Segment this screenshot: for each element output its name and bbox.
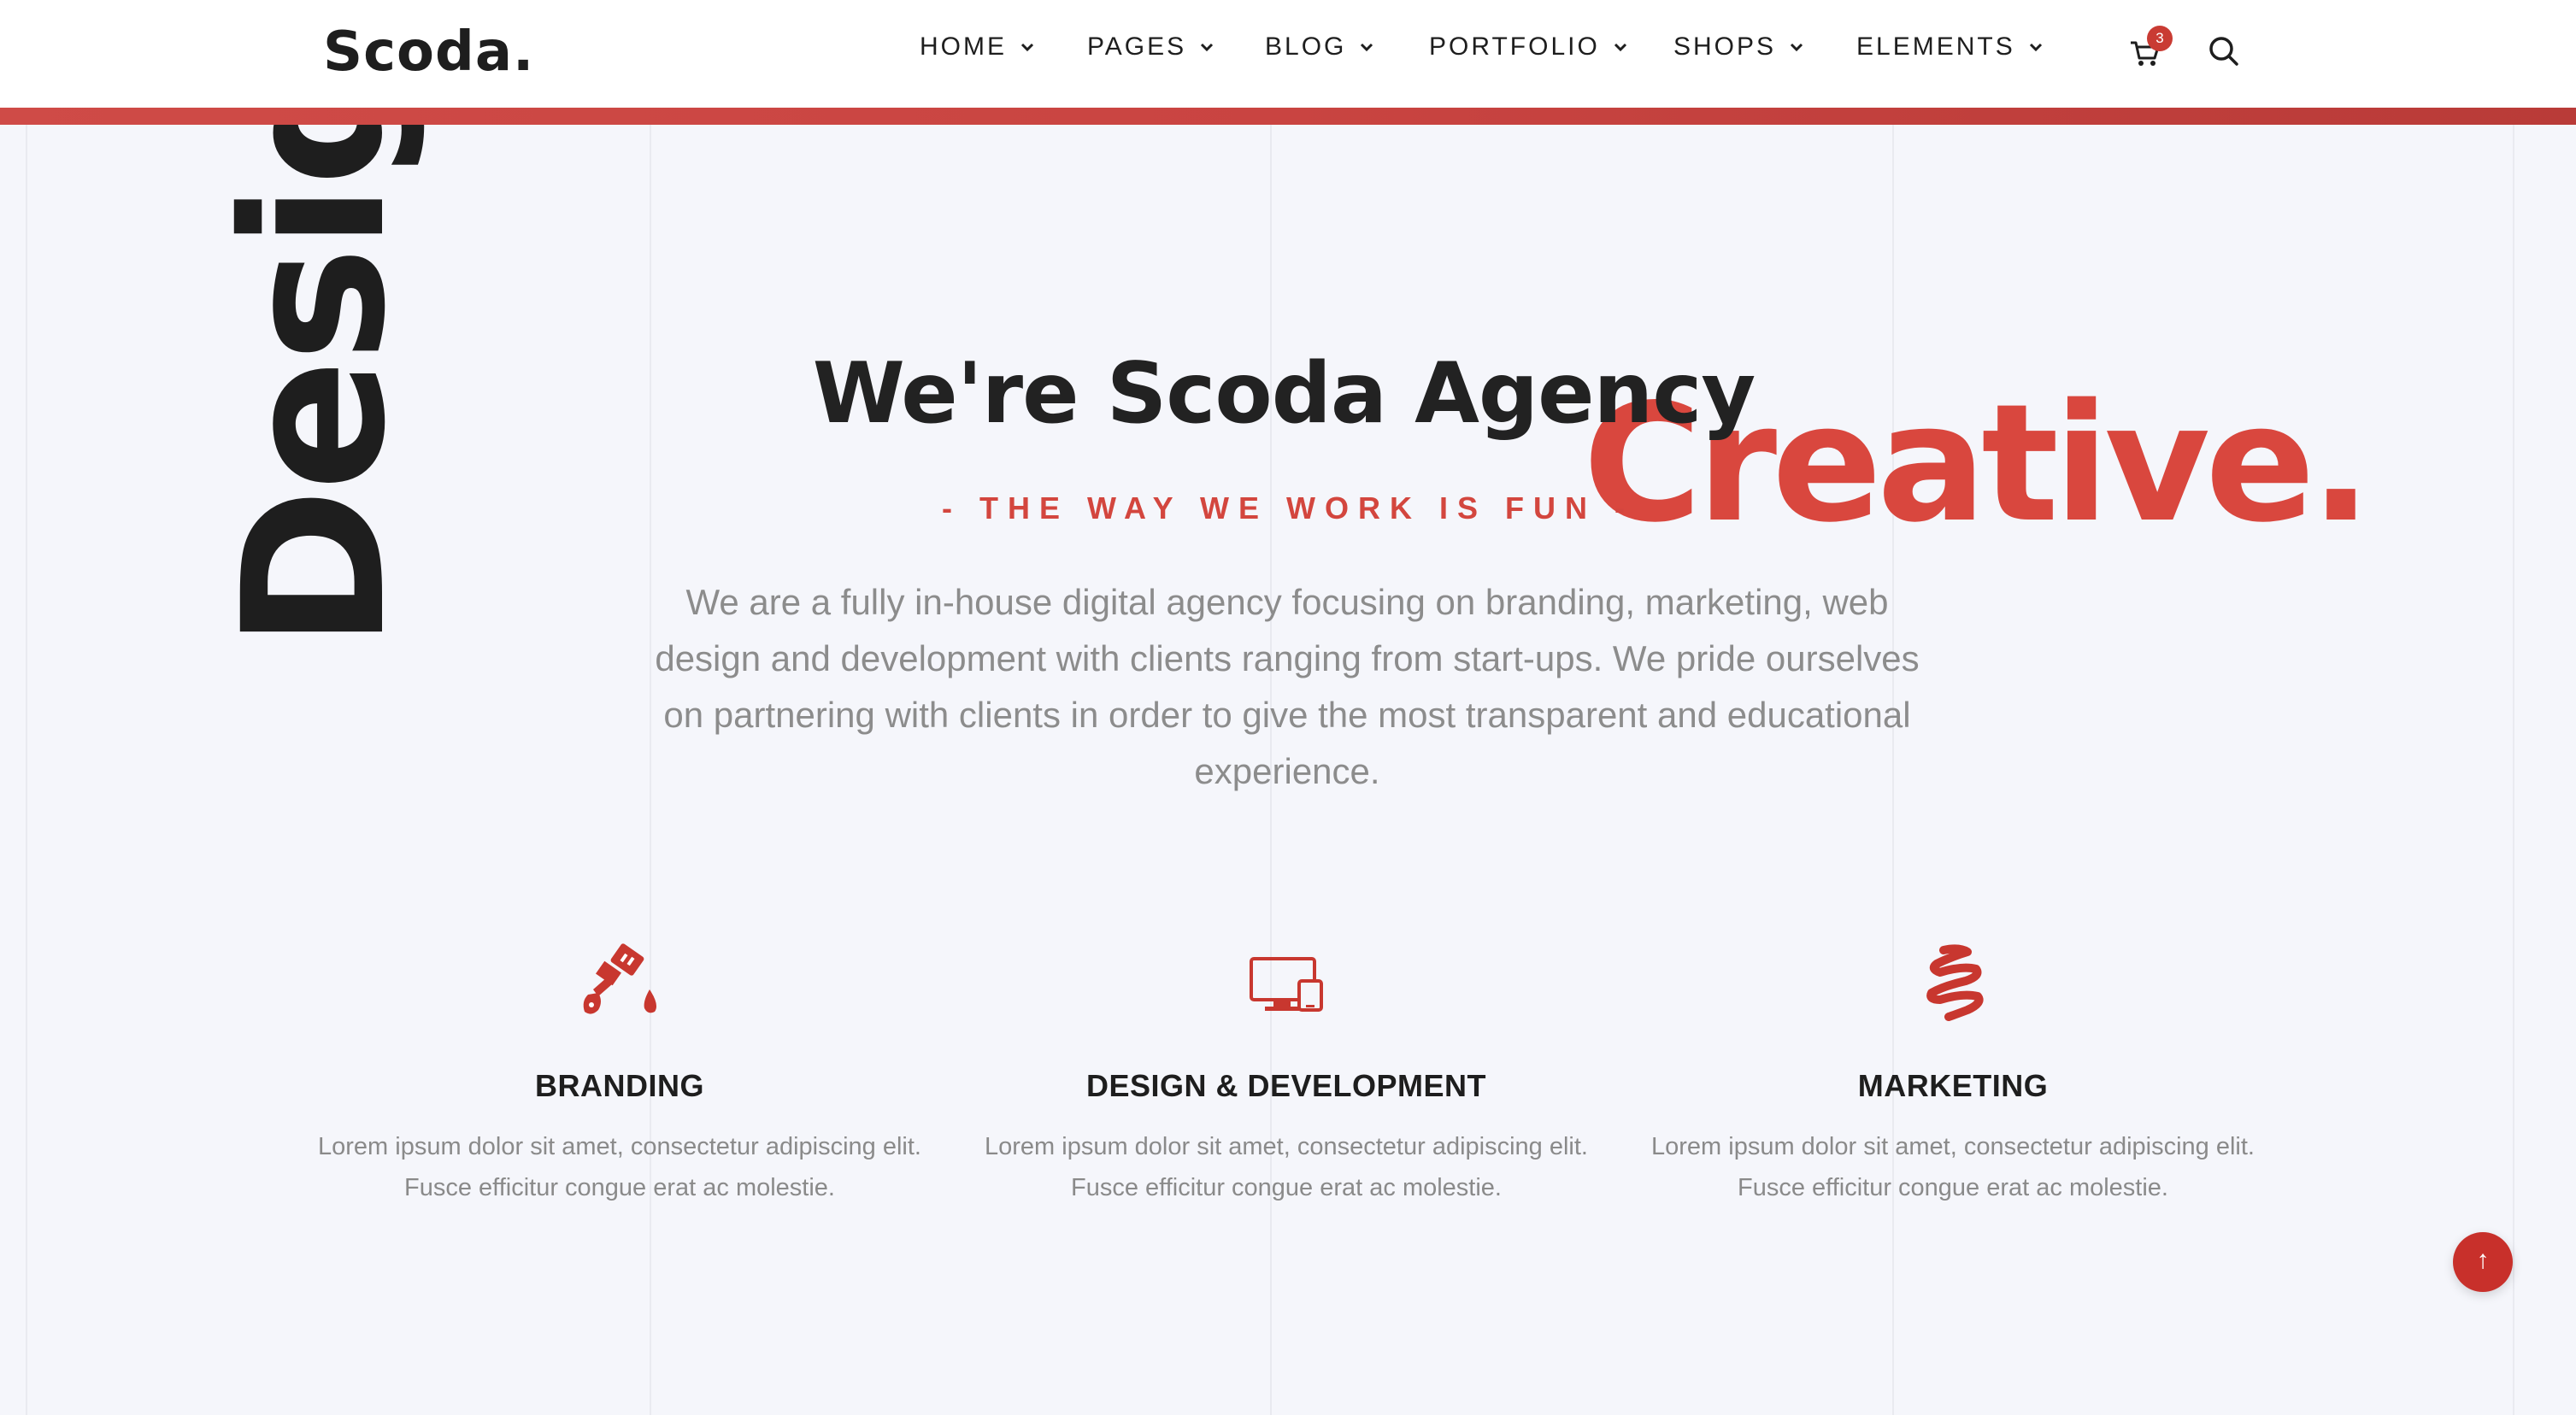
devices-icon [1250, 957, 1323, 1012]
nav-item-portfolio[interactable]: PORTFOLIO [1429, 32, 1629, 62]
back-to-top-button[interactable]: ↑ [2453, 1232, 2513, 1292]
nav-item-blog[interactable]: BLOG [1265, 32, 1375, 62]
nav-item-label: HOME [920, 32, 1007, 61]
nav-item-label: SHOPS [1673, 32, 1777, 61]
header-accent-bar [0, 108, 2576, 125]
chevron-down-icon [1790, 43, 1803, 52]
nav-item-shops[interactable]: SHOPS [1673, 32, 1805, 62]
nav-item-home[interactable]: HOME [920, 32, 1036, 62]
chevron-down-icon [1020, 43, 1034, 52]
service-title: BRANDING [535, 1068, 704, 1103]
paint-brush-icon [583, 943, 656, 1014]
nav-item-label: BLOG [1265, 32, 1347, 61]
nav-item-pages[interactable]: PAGES [1087, 32, 1215, 62]
grid-line [2513, 125, 2514, 1415]
nav-item-elements[interactable]: ELEMENTS [1856, 32, 2044, 62]
site-logo[interactable]: Scoda. [323, 21, 534, 84]
hero-title-text: We're Scoda Agency [812, 345, 1756, 443]
chevron-down-icon [2029, 43, 2042, 52]
service-branding: BRANDING Lorem ipsum dolor sit amet, con… [295, 940, 944, 1208]
service-title: MARKETING [1857, 1068, 2049, 1103]
hero-description: We are a fully in-house digital agency f… [655, 582, 1920, 791]
service-text: Lorem ipsum dolor sit amet, consectetur … [1651, 1133, 2255, 1201]
squiggle-icon [1926, 944, 1984, 1021]
arrow-up-icon: ↑ [2476, 1246, 2490, 1274]
search-icon[interactable] [2205, 32, 2243, 70]
service-text: Lorem ipsum dolor sit amet, consectetur … [985, 1133, 1588, 1201]
nav-item-label: PAGES [1087, 32, 1187, 61]
chevron-down-icon [1201, 43, 1214, 52]
service-design-development: DESIGN & DEVELOPMENT Lorem ipsum dolor s… [962, 940, 1611, 1208]
site-header: Scoda. HOME PAGES BLOG PORTFOLIO SHOPS E… [0, 0, 2576, 108]
service-title: DESIGN & DEVELOPMENT [1085, 1068, 1487, 1103]
hero-tagline: - THE WAY WE WORK IS FUN - [941, 490, 1634, 525]
service-marketing: MARKETING Lorem ipsum dolor sit amet, co… [1628, 940, 2278, 1208]
nav-item-label: ELEMENTS [1856, 32, 2015, 61]
cart-count-badge: 3 [2147, 26, 2173, 51]
hero-title: We're Scoda Agency [0, 345, 2576, 443]
chevron-down-icon [1361, 43, 1373, 52]
nav-item-label: PORTFOLIO [1429, 32, 1600, 61]
chevron-down-icon [1614, 43, 1626, 52]
service-text: Lorem ipsum dolor sit amet, consectetur … [318, 1133, 921, 1201]
